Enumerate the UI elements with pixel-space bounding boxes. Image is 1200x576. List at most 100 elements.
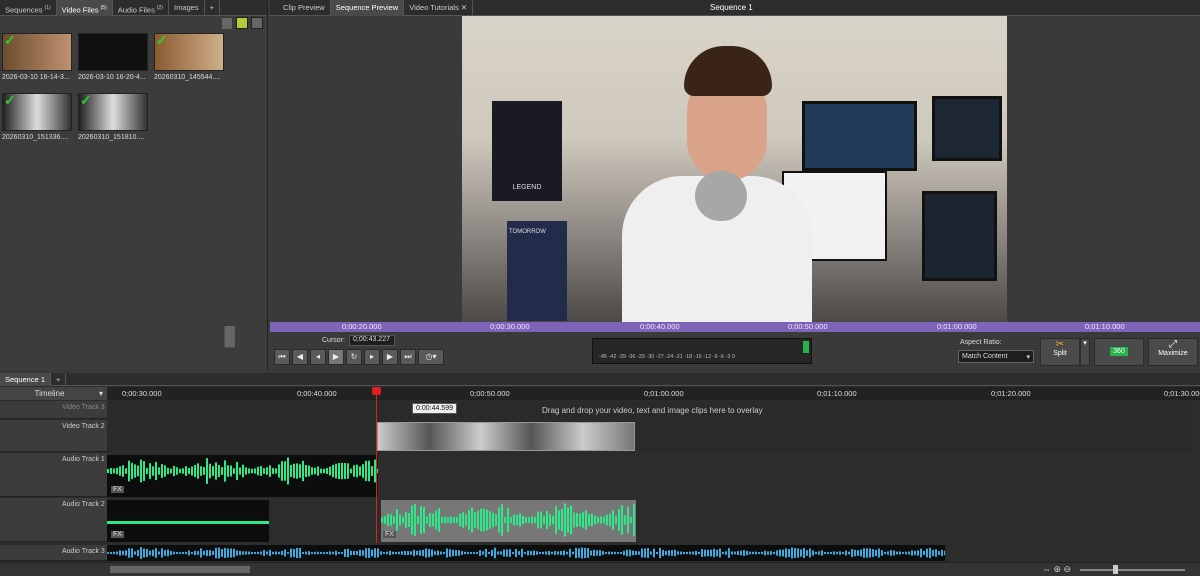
media-thumbnail[interactable]: ✓	[78, 93, 148, 131]
waveform-bar	[914, 550, 916, 556]
waveform-bar	[200, 466, 202, 476]
media-thumbnail[interactable]	[78, 33, 148, 71]
waveform-bar	[257, 551, 259, 555]
tab-sequences[interactable]: Sequences (1)	[0, 0, 57, 16]
waveform-bar	[170, 550, 172, 556]
waveform-bar	[603, 516, 605, 524]
tab-video-tutorials[interactable]: Video Tutorials ✕	[404, 0, 474, 16]
waveform-bar	[509, 549, 511, 557]
waveform-bar	[218, 464, 220, 478]
split-dropdown[interactable]: ▾	[1080, 338, 1090, 366]
maximize-button[interactable]: ⤢ Maximize	[1148, 338, 1198, 366]
add-tab-button[interactable]: +	[205, 0, 220, 16]
waveform-bar	[197, 551, 199, 555]
waveform-bar	[809, 548, 811, 558]
aspect-value: Match Content	[962, 353, 1008, 360]
aspect-select[interactable]: Match Content ▾	[958, 350, 1034, 363]
previous-frame-button[interactable]: ◀	[292, 349, 308, 365]
waveform-bar	[317, 466, 319, 476]
play-button[interactable]: ▶	[328, 349, 344, 365]
speed-button[interactable]: ◷▾	[418, 349, 444, 365]
waveform-bar	[458, 550, 460, 556]
next-frame-button[interactable]: ▶	[382, 349, 398, 365]
step-back-button[interactable]: ◂	[310, 349, 326, 365]
video-track-2[interactable]	[107, 420, 1192, 452]
tab-audio-files[interactable]: Audio Files (2)	[113, 0, 169, 16]
waveform-bar	[185, 551, 187, 555]
waveform-bar	[356, 551, 358, 555]
video-clip[interactable]	[377, 422, 635, 451]
zoom-slider-handle[interactable]	[1113, 565, 1118, 574]
loop-button[interactable]: ↻	[346, 349, 362, 365]
waveform-bar	[530, 550, 532, 556]
go-to-start-button[interactable]: ⏮	[274, 349, 290, 365]
media-thumbnail[interactable]: ✓	[154, 33, 224, 71]
waveform-bar	[779, 549, 781, 557]
waveform-bar	[443, 551, 445, 555]
waveform-bar	[872, 549, 874, 557]
waveform-bar	[188, 550, 190, 556]
tab-clip-preview[interactable]: Clip Preview	[278, 0, 331, 16]
waveform-bar	[197, 463, 199, 479]
audio-clip[interactable]: FX	[107, 500, 269, 542]
timeline-scrollbar[interactable]: ⇔ ⊕ ⊖	[0, 562, 1200, 576]
waveform-bar	[356, 464, 358, 478]
waveform-bar	[221, 549, 223, 557]
fx-button[interactable]: FX	[383, 531, 396, 538]
waveform-bar	[908, 551, 910, 555]
zoom-controls[interactable]: ⇔ ⊕ ⊖	[1042, 564, 1071, 575]
waveform-bar	[368, 548, 370, 558]
waveform-bar	[338, 462, 340, 480]
waveform-bar	[320, 552, 322, 554]
video-track-3[interactable]: Drag and drop your video, text and image…	[107, 401, 1192, 419]
360-button[interactable]: 360	[1094, 338, 1144, 366]
fx-button[interactable]: FX	[111, 486, 124, 493]
waveform-bar	[450, 516, 452, 524]
timeline-ruler[interactable]: 0;00:30.000 0;00:40.000 0;00:50.000 0;01…	[107, 387, 1200, 400]
waveform-bar	[923, 550, 925, 556]
step-forward-button[interactable]: ▸	[364, 349, 380, 365]
split-button[interactable]: ✂ Split	[1040, 338, 1080, 366]
media-thumbnail[interactable]: ✓	[2, 33, 72, 71]
chevron-down-icon[interactable]: ▾	[99, 387, 103, 400]
waveform-bar	[606, 514, 608, 526]
fx-button[interactable]: FX	[111, 531, 124, 538]
waveform-bar	[590, 550, 592, 556]
cursor-label: Cursor:	[322, 337, 345, 344]
waveform-bar	[323, 552, 325, 554]
waveform-bar	[320, 468, 322, 474]
waveform-bar	[620, 551, 622, 555]
audio-clip[interactable]	[107, 545, 946, 561]
preview-ruler[interactable]: 0;00:20.000 0;00:30.000 0;00:40.000 0;00…	[270, 322, 1200, 332]
zoom-slider[interactable]	[1080, 569, 1185, 571]
add-folder-icon[interactable]	[236, 17, 248, 29]
add-tab-button[interactable]: +	[51, 373, 67, 386]
tab-sequence-1[interactable]: Sequence 1	[0, 373, 52, 386]
scrollbar-thumb[interactable]	[110, 566, 250, 573]
trash-icon[interactable]	[222, 18, 232, 29]
waveform-bar	[602, 551, 604, 555]
waveform-bar	[788, 549, 790, 557]
media-thumbnail[interactable]: ✓	[2, 93, 72, 131]
waveform-bar	[206, 458, 208, 484]
playhead-handle[interactable]	[372, 387, 381, 395]
tab-sequence-preview[interactable]: Sequence Preview	[330, 0, 405, 16]
waveform-bar	[857, 550, 859, 556]
waveform-bar	[548, 550, 550, 556]
audio-clip[interactable]: FX	[381, 500, 636, 542]
waveform-bar	[290, 548, 292, 558]
waveform-bar	[179, 468, 181, 474]
waveform	[107, 547, 946, 559]
waveform-bar	[626, 549, 628, 557]
waveform-bar	[284, 549, 286, 557]
waveform-bar	[482, 551, 484, 555]
waveform-bar	[842, 551, 844, 555]
tab-images[interactable]: Images	[169, 0, 205, 16]
list-view-icon[interactable]	[251, 17, 263, 29]
close-icon[interactable]: ✕	[461, 3, 467, 12]
waveform-bar	[525, 517, 527, 523]
playhead[interactable]	[376, 387, 377, 543]
go-to-end-button[interactable]: ⏭	[400, 349, 416, 365]
tab-video-files[interactable]: Video Files (5)	[56, 0, 113, 16]
audio-clip[interactable]: FX	[107, 455, 379, 497]
